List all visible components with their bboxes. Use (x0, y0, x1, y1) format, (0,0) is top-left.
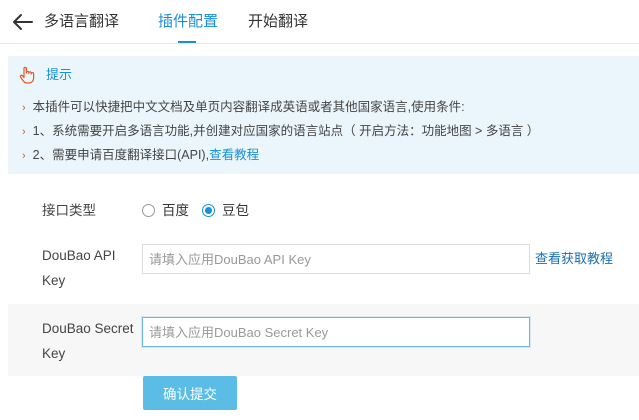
page-title: 多语言翻译 (44, 13, 120, 30)
tab-plugin-config[interactable]: 插件配置 (158, 12, 218, 32)
secret-key-input[interactable] (142, 317, 530, 347)
tip-line-2-text: 1、系统需要开启多语言功能,并创建对应国家的语言站点（ 开启方法：功能地图 > … (32, 124, 540, 138)
secret-key-row: DouBao Secret Key (8, 304, 639, 376)
radio-baidu-label[interactable]: 百度 (162, 202, 189, 220)
secret-key-label-line-2: Key (42, 346, 66, 361)
radio-baidu-circle[interactable] (142, 204, 155, 217)
radio-doubao-label[interactable]: 豆包 (222, 202, 249, 220)
tip-line-3-text: 2、需要申请百度翻译接口(API), (32, 148, 210, 162)
submit-button[interactable]: 确认提交 (143, 376, 237, 410)
bullet-icon: › (22, 126, 26, 138)
top-bar: 多语言翻译 插件配置 开始翻译 (0, 0, 639, 44)
bullet-icon: › (22, 150, 26, 162)
pointing-hand-icon (18, 66, 36, 84)
tip-line-2: › 1、系统需要开启多语言功能,并创建对应国家的语言站点（ 开启方法：功能地图 >… (22, 123, 539, 140)
bullet-icon: › (22, 102, 26, 114)
get-tutorial-link[interactable]: 查看获取教程 (535, 250, 613, 268)
api-type-row: 接口类型 百度 豆包 (8, 192, 639, 228)
tip-line-1: › 本插件可以快捷把中文文档及单页内容翻译成英语或者其他国家语言,使用条件: (22, 99, 465, 116)
tip-line-1-text: 本插件可以快捷把中文文档及单页内容翻译成英语或者其他国家语言,使用条件: (32, 100, 465, 114)
api-key-input[interactable] (142, 244, 530, 274)
back-arrow-icon[interactable] (12, 12, 34, 32)
api-key-label-line-2: Key (42, 273, 66, 288)
active-tab-indicator (178, 41, 196, 43)
radio-doubao-circle[interactable] (202, 204, 215, 217)
view-tutorial-link[interactable]: 查看教程 (209, 148, 259, 162)
secret-key-label-line-1: DouBao Secret (42, 321, 134, 336)
tips-panel: 提示 › 本插件可以快捷把中文文档及单页内容翻译成英语或者其他国家语言,使用条件:… (8, 56, 639, 174)
tip-line-3: › 2、需要申请百度翻译接口(API),查看教程 (22, 147, 259, 164)
tab-start-translate[interactable]: 开始翻译 (248, 12, 308, 32)
tips-title: 提示 (46, 67, 73, 82)
api-type-label: 接口类型 (42, 203, 96, 218)
api-key-row: DouBao API Key 查看获取教程 (8, 240, 639, 296)
api-key-label-line-1: DouBao API (42, 248, 116, 263)
